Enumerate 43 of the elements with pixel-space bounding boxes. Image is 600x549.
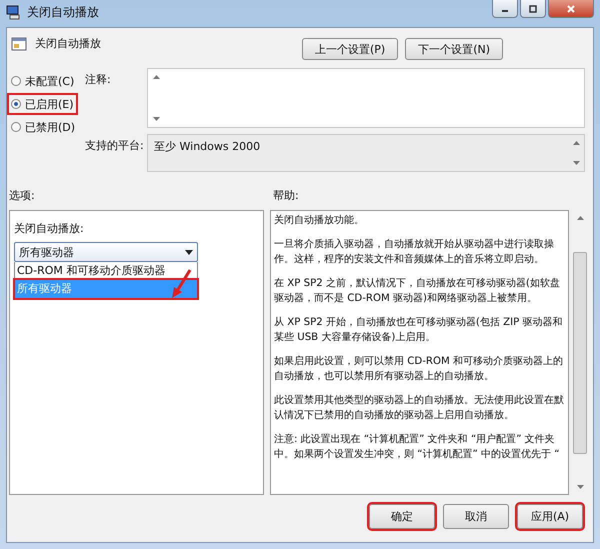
options-label: 选项: — [9, 188, 36, 204]
platform-label: 支持的平台: — [85, 138, 145, 154]
state-radio[interactable]: 已启用(E) — [9, 95, 76, 113]
policy-title: 关闭自动播放 — [35, 36, 101, 51]
dialog-button[interactable]: 应用(A) — [517, 504, 583, 529]
minimize-button[interactable] — [492, 0, 518, 18]
dialog-button[interactable]: 取消 — [443, 504, 509, 529]
help-paragraph: 此设置禁用其他类型的驱动器上的自动播放。无法使用此设置在默认情况下已禁用的自动播放的驱动器上启用自动播放。 — [274, 394, 565, 423]
help-paragraph: 注意: 此设置出现在 “计算机配置” 文件夹和 “用户配置” 文件夹中。如果两个设置发生冲突，则 “计算机配置” 中的设置优先于 “ — [274, 432, 561, 462]
dropdown-option[interactable]: CD-ROM 和可移动介质驱动器 — [15, 262, 197, 280]
help-label: 帮助: — [273, 188, 300, 204]
nav-button[interactable]: 上一个设置(P) — [302, 38, 398, 60]
help-paragraph: 从 XP SP2 开始，自动播放也在可移动驱动器(包括 ZIP 驱动器和某些 USB 大容量存储设备)上启用。 — [274, 316, 564, 345]
scroll-up-icon[interactable] — [576, 216, 584, 220]
computer-icon — [6, 4, 22, 20]
scroll-up-icon[interactable] — [152, 75, 160, 79]
dropdown-caret-icon — [185, 250, 193, 254]
help-paragraph: 关闭自动播放功能。 — [274, 214, 365, 228]
comment-label: 注释: — [85, 72, 112, 88]
annotation-arrow — [170, 269, 194, 299]
comment-field[interactable] — [147, 68, 585, 128]
help-paragraph: 在 XP SP2 之前，默认情况下，自动播放在可移动驱动器(如软盘驱动器，而不是 CD-ROM 驱动器)和网络驱动器上被禁用。 — [274, 276, 561, 306]
close-button[interactable] — [548, 0, 594, 18]
scroll-up-icon[interactable] — [572, 141, 580, 145]
close-icon — [566, 4, 576, 14]
policy-icon — [11, 36, 27, 52]
window-title: 关闭自动播放 — [27, 4, 99, 20]
nav-button[interactable]: 下一个设置(N) — [405, 38, 503, 60]
scrollbar-thumb[interactable] — [573, 252, 587, 454]
maximize-icon — [528, 4, 538, 14]
drive-dropdown[interactable]: 所有驱动器 — [14, 242, 198, 262]
help-paragraph: 如果启用此设置，则可以禁用 CD-ROM 和可移动介质驱动器上的自动播放，也可以禁用所有驱动器上的自动播放。 — [274, 354, 564, 384]
state-radio[interactable]: 已禁用(D) — [9, 118, 78, 136]
state-radio[interactable]: 未配置(C) — [9, 72, 76, 90]
scroll-down-icon[interactable] — [576, 485, 584, 489]
scroll-down-icon[interactable] — [572, 161, 580, 165]
dropdown-label: 关闭自动播放: — [14, 221, 84, 236]
minimize-icon — [502, 10, 508, 12]
dialog-button[interactable]: 确定 — [369, 504, 435, 529]
maximize-button[interactable] — [520, 0, 546, 18]
scroll-down-icon[interactable] — [152, 117, 160, 121]
help-paragraph: 一旦将介质插入驱动器，自动播放就开始从驱动器中进行读取操作。这样，程序的安装文件和音频媒体上的音乐将立即启动。 — [274, 238, 555, 267]
platform-field: 至少 Windows 2000 — [147, 134, 585, 172]
